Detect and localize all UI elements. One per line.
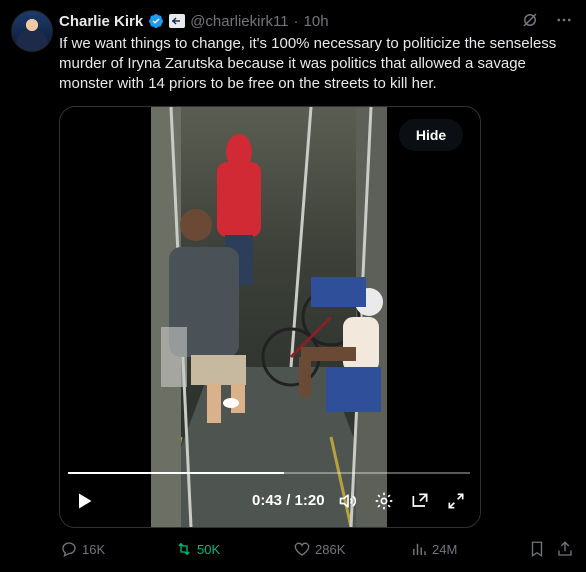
share-button[interactable] bbox=[556, 540, 574, 558]
tweet-text: If we want things to change, it's 100% n… bbox=[59, 35, 557, 92]
hide-button[interactable]: Hide bbox=[399, 119, 463, 151]
grok-icon[interactable] bbox=[520, 10, 540, 30]
bookmark-button[interactable] bbox=[528, 540, 546, 558]
play-icon[interactable] bbox=[74, 491, 94, 511]
author-name[interactable]: Charlie Kirk bbox=[59, 13, 143, 30]
affiliate-icon[interactable] bbox=[169, 14, 186, 28]
video-player[interactable]: Hide 0:43 / 1:20 bbox=[59, 106, 481, 528]
video-frame[interactable] bbox=[151, 107, 387, 527]
bookmark-icon bbox=[531, 541, 543, 558]
pip-icon[interactable] bbox=[410, 491, 430, 511]
author-avatar[interactable] bbox=[11, 10, 53, 52]
views-icon bbox=[413, 543, 426, 555]
like-icon bbox=[294, 542, 310, 556]
top-right-actions bbox=[520, 10, 574, 30]
like-count: 286K bbox=[315, 541, 346, 557]
reply-icon bbox=[62, 542, 76, 558]
repost-count: 50K bbox=[197, 541, 221, 557]
action-bar: 16K 50K 286K 24M bbox=[60, 540, 580, 560]
fullscreen-icon[interactable] bbox=[446, 491, 466, 511]
share-icon bbox=[558, 541, 572, 556]
like-button[interactable]: 286K bbox=[293, 540, 345, 558]
settings-icon[interactable] bbox=[374, 491, 394, 511]
reply-count: 16K bbox=[82, 541, 106, 557]
reply-button[interactable]: 16K bbox=[60, 540, 105, 558]
verified-badge-icon bbox=[149, 14, 164, 28]
post-time[interactable]: 10h bbox=[304, 13, 329, 30]
repost-icon bbox=[178, 542, 190, 556]
volume-icon[interactable] bbox=[338, 491, 358, 511]
views-count: 24M bbox=[432, 541, 458, 557]
video-progress-bar[interactable] bbox=[68, 472, 470, 474]
video-time: 0:43 / 1:20 bbox=[252, 492, 325, 509]
more-icon[interactable] bbox=[554, 10, 574, 30]
separator-dot: · bbox=[293, 12, 299, 30]
repost-button[interactable]: 50K bbox=[175, 540, 220, 558]
video-progress-fill bbox=[68, 472, 285, 474]
views-button[interactable]: 24M bbox=[410, 540, 457, 558]
video-controls: 0:43 / 1:20 bbox=[60, 477, 480, 527]
tweet-header: Charlie Kirk @charliekirk11 · 10h bbox=[59, 11, 329, 31]
author-handle[interactable]: @charliekirk11 bbox=[190, 13, 288, 30]
